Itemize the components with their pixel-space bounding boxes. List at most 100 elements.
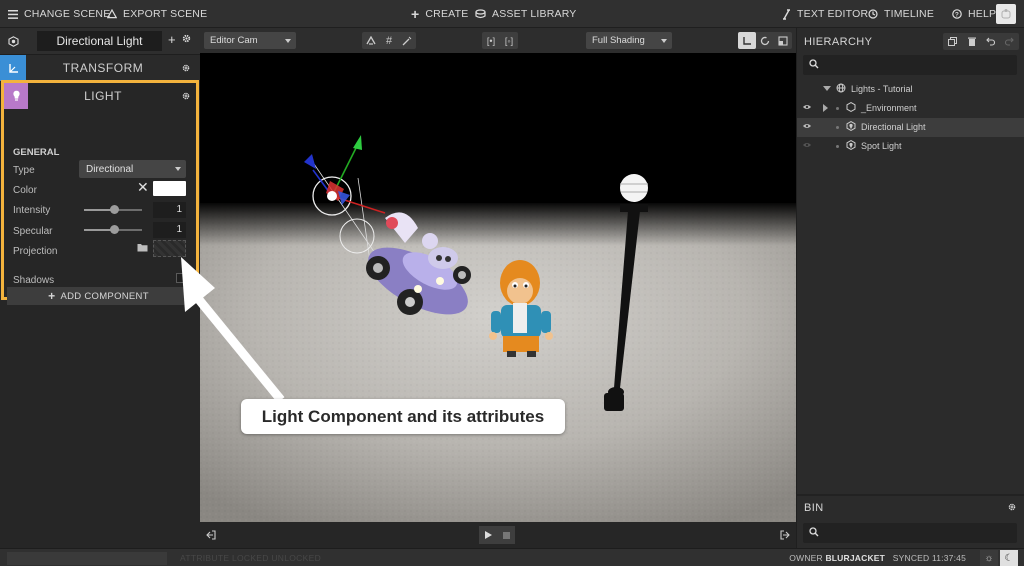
- search-icon: [809, 527, 819, 537]
- status-bar: ATTRIBUTE LOCKED UNLOCKED OWNER BLURJACK…: [0, 548, 1024, 566]
- transform-component[interactable]: TRANSFORM: [0, 54, 200, 81]
- shadows-checkbox[interactable]: [176, 273, 186, 283]
- plus-icon: +: [48, 289, 56, 303]
- text-editor-button[interactable]: TEXT EDITOR: [782, 0, 868, 28]
- transform-gear-icon[interactable]: [182, 64, 190, 72]
- eye-icon[interactable]: [803, 104, 811, 110]
- specular-label: Specular: [13, 226, 53, 237]
- duplicate-icon: [948, 37, 957, 46]
- text-editor-label: TEXT EDITOR: [797, 8, 869, 20]
- dark-theme-button[interactable]: ☾: [1000, 550, 1018, 566]
- camera-select[interactable]: Editor Cam: [204, 32, 296, 49]
- timeline-button[interactable]: TIMELINE: [868, 0, 934, 28]
- folder-icon[interactable]: [137, 243, 148, 252]
- specular-slider-handle[interactable]: [110, 225, 119, 234]
- projection-texture-slot[interactable]: [153, 240, 186, 257]
- tree-item-environment[interactable]: _Environment: [797, 99, 1024, 118]
- transform-icon: [0, 55, 26, 81]
- panel-resize-handle[interactable]: [797, 494, 1024, 496]
- hierarchy-panel: HIERARCHY Lights - Tutorial _Environment…: [796, 28, 1024, 548]
- annotation-callout: Light Component and its attributes: [241, 399, 565, 434]
- redo-button[interactable]: [1000, 33, 1019, 50]
- bin-search-input[interactable]: [803, 523, 1017, 543]
- light-bulb-icon: [846, 140, 856, 150]
- clear-color-icon[interactable]: ✕: [137, 180, 149, 194]
- light-bulb-icon: [846, 121, 856, 131]
- plus-icon: +: [411, 6, 420, 22]
- asset-library-button[interactable]: ASSET LIBRARY: [475, 0, 577, 28]
- specular-field[interactable]: 1: [153, 222, 186, 238]
- scale-mode-button[interactable]: [774, 32, 792, 49]
- user-icon: [1001, 9, 1011, 19]
- tree-item-directional-light[interactable]: Directional Light: [797, 118, 1024, 137]
- moon-icon: ☾: [1004, 552, 1014, 564]
- bin-gear-icon[interactable]: [1008, 503, 1016, 511]
- grid-tool[interactable]: #: [380, 32, 398, 49]
- eye-icon[interactable]: [803, 142, 811, 148]
- general-section-label: GENERAL: [13, 147, 60, 158]
- chevron-down-icon: [285, 39, 291, 43]
- frame-icon: [◦]: [504, 35, 514, 46]
- wand-tool[interactable]: [398, 32, 416, 49]
- magnet-icon: [366, 36, 376, 45]
- light-component: LIGHT GENERAL Type Directional Color ✕ I…: [1, 80, 199, 300]
- light-gear-icon[interactable]: [182, 92, 190, 100]
- exit-left-icon[interactable]: [206, 530, 216, 540]
- entity-icon: [0, 28, 26, 54]
- hexagon-icon: [846, 102, 856, 112]
- add-entity-icon[interactable]: +: [168, 33, 176, 47]
- eye-icon[interactable]: [803, 123, 811, 129]
- timeline-label: TIMELINE: [884, 8, 935, 20]
- change-scene-label: CHANGE SCENE: [24, 8, 111, 20]
- stop-button[interactable]: [497, 526, 515, 544]
- translate-mode-button[interactable]: [738, 32, 756, 49]
- library-icon: [475, 9, 486, 19]
- delete-button[interactable]: [962, 33, 981, 50]
- light-theme-button[interactable]: ☼: [980, 550, 998, 566]
- transform-title: TRANSFORM: [62, 61, 144, 75]
- frame-all-button[interactable]: [◦]: [500, 32, 518, 49]
- export-scene-label: EXPORT SCENE: [123, 8, 208, 20]
- type-select[interactable]: Directional: [79, 160, 186, 178]
- help-button[interactable]: ? HELP: [952, 0, 996, 28]
- entity-name-field[interactable]: Directional Light: [37, 31, 162, 51]
- exit-right-icon[interactable]: [780, 530, 790, 540]
- tree-item-label: Spot Light: [861, 141, 902, 151]
- gear-icon[interactable]: [182, 34, 191, 43]
- change-scene-button[interactable]: CHANGE SCENE: [8, 0, 110, 28]
- snap-tool[interactable]: [362, 32, 380, 49]
- focus-selection-button[interactable]: [•]: [482, 32, 500, 49]
- tree-item-spot-light[interactable]: Spot Light: [797, 137, 1024, 156]
- add-component-label: ADD COMPONENT: [60, 290, 149, 302]
- user-avatar[interactable]: [996, 4, 1016, 24]
- color-swatch[interactable]: [153, 181, 186, 196]
- tree-item-root[interactable]: Lights - Tutorial: [797, 80, 1024, 99]
- expand-arrow-icon[interactable]: [823, 86, 831, 91]
- light-title: LIGHT: [84, 89, 122, 103]
- add-component-button[interactable]: + ADD COMPONENT: [7, 287, 190, 305]
- hierarchy-search-input[interactable]: [803, 55, 1017, 75]
- export-scene-button[interactable]: EXPORT SCENE: [107, 0, 207, 28]
- intensity-field[interactable]: 1: [153, 202, 186, 218]
- scene-viewport[interactable]: [200, 53, 796, 522]
- hierarchy-header: HIERARCHY: [797, 28, 1024, 54]
- light-bulb-icon: [4, 83, 28, 109]
- shading-select[interactable]: Full Shading: [586, 32, 672, 49]
- status-log-field[interactable]: [7, 552, 167, 565]
- inspector-panel: Directional Light + TRANSFORM LIGHT GENE…: [0, 28, 200, 548]
- help-icon: ?: [952, 9, 962, 19]
- intensity-label: Intensity: [13, 205, 51, 216]
- play-button[interactable]: [479, 526, 497, 544]
- menu-icon: [8, 9, 18, 19]
- intensity-slider-handle[interactable]: [110, 205, 119, 214]
- status-faded-text: ATTRIBUTE LOCKED UNLOCKED: [180, 553, 322, 563]
- duplicate-button[interactable]: [943, 33, 962, 50]
- rotate-mode-button[interactable]: [756, 32, 774, 49]
- gizmo-tools-group: #: [362, 32, 416, 49]
- top-menu-bar: CHANGE SCENE EXPORT SCENE + CREATE ASSET…: [0, 0, 1024, 28]
- chevron-down-icon: [661, 39, 667, 43]
- create-button[interactable]: + CREATE: [411, 0, 468, 28]
- undo-button[interactable]: [981, 33, 1000, 50]
- bullet-dot: [836, 107, 839, 110]
- collapse-arrow-icon[interactable]: [823, 104, 828, 112]
